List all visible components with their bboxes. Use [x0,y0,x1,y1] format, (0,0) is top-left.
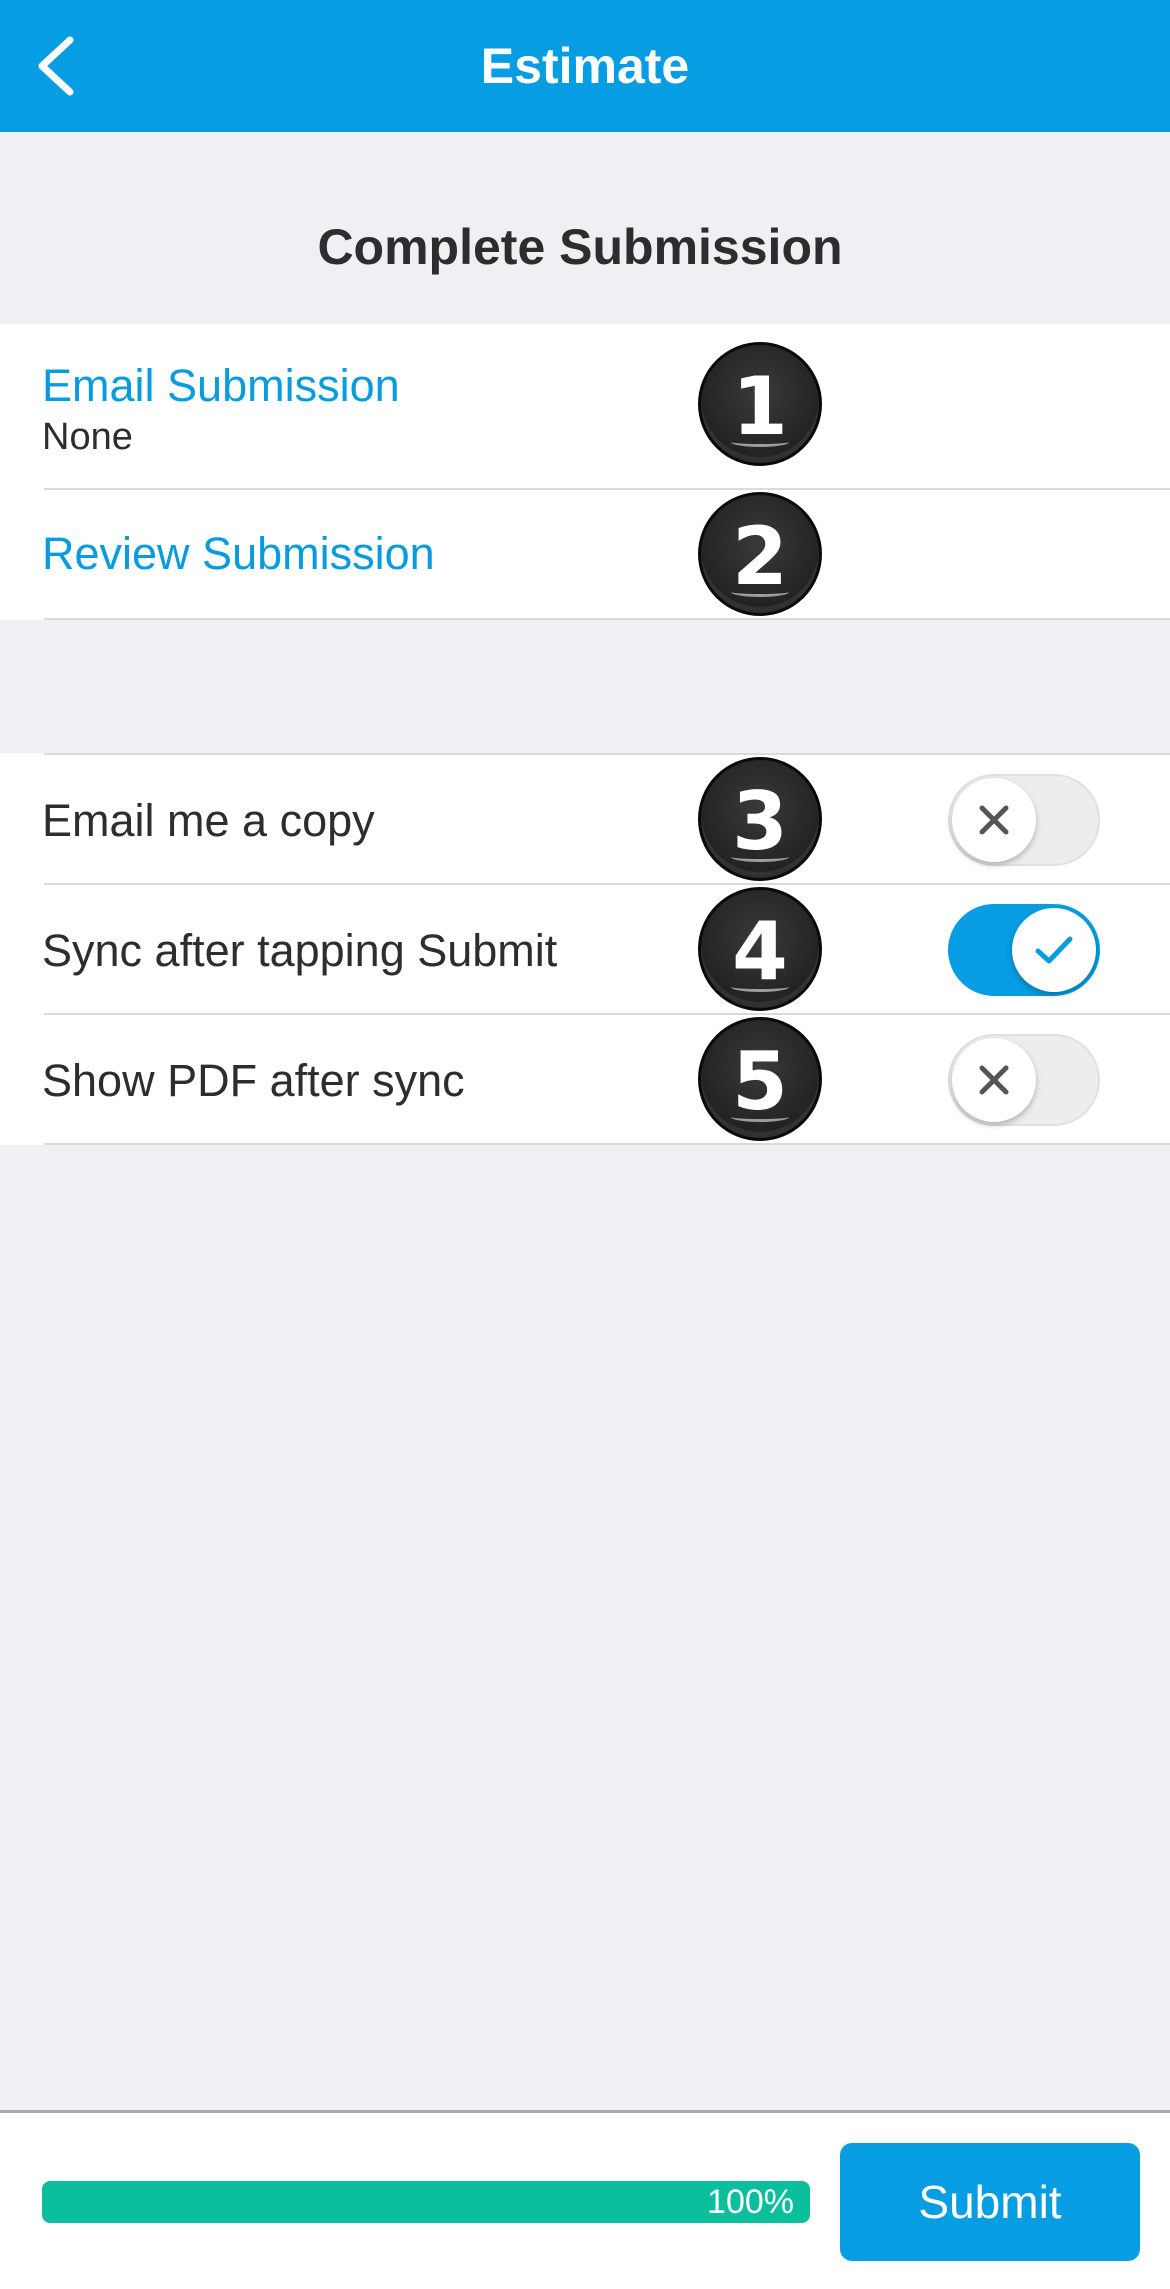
setting-label: Show PDF after sync [42,1055,465,1106]
sync-toggle[interactable] [948,904,1100,996]
number-badge-1: 1 [698,342,822,466]
show-pdf-toggle[interactable] [948,1034,1100,1126]
progress-label: 100% [707,2183,794,2221]
number-badge-5: 5 [698,1017,822,1141]
review-submission-link[interactable]: Review Submission [42,528,435,580]
toggle-knob [952,1038,1036,1122]
number-badge-4: 4 [698,887,822,1011]
email-submission-value: None [42,416,133,458]
email-copy-toggle[interactable] [948,774,1100,866]
review-submission-row[interactable]: Review Submission 2 [0,490,1170,620]
setting-label: Email me a copy [42,795,375,846]
back-button[interactable] [18,28,94,104]
checkmark-icon [1035,936,1073,964]
progress-fill [42,2181,810,2223]
setting-row-show-pdf: Show PDF after sync 5 [0,1015,1170,1145]
email-submission-link[interactable]: Email Submission [42,360,400,412]
setting-row-sync: Sync after tapping Submit 4 [0,885,1170,1015]
setting-label: Sync after tapping Submit [42,925,558,976]
submit-button[interactable]: Submit [840,2143,1140,2261]
close-icon [979,805,1009,835]
chevron-left-icon [38,36,74,96]
number-badge-3: 3 [698,757,822,881]
progress-bar: 100% [42,2181,810,2223]
number-badge-2: 2 [698,492,822,616]
settings-group: Email me a copy 3 Sync after tapping Sub… [0,753,1170,1145]
screen: Estimate Complete Submission Email Submi… [0,0,1170,2289]
close-icon [979,1065,1009,1095]
submission-links-group: Email Submission None 1 Review Submissio… [0,324,1170,620]
nav-bar: Estimate [0,0,1170,132]
footer-bar: 100% Submit [0,2110,1170,2289]
divider [44,1143,1170,1145]
toggle-knob [952,778,1036,862]
divider [44,618,1170,620]
email-submission-row[interactable]: Email Submission None 1 [0,324,1170,488]
section-title: Complete Submission [317,219,843,275]
toggle-knob [1012,908,1096,992]
setting-row-email-copy: Email me a copy 3 [0,755,1170,885]
page-title: Estimate [480,38,690,94]
